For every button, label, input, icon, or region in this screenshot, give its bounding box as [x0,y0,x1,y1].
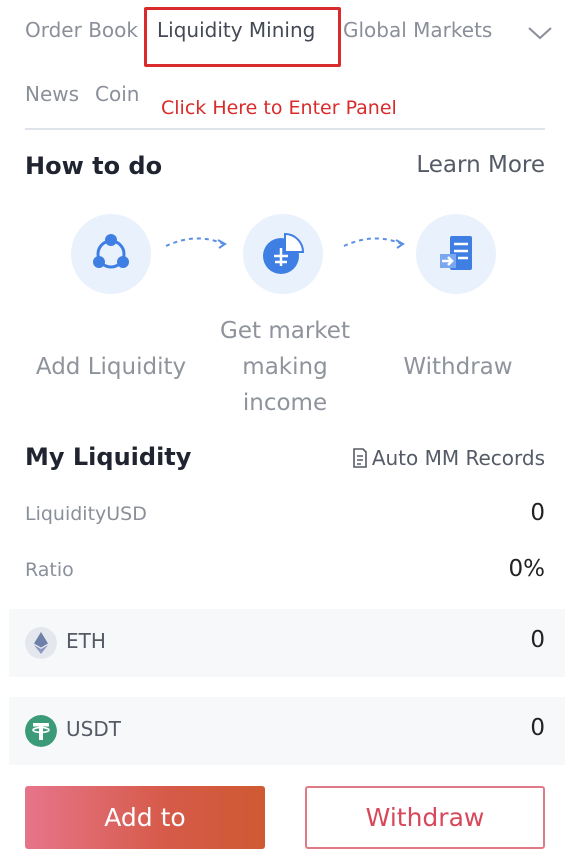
asset-symbol: ETH [66,629,106,653]
auto-mm-records-label: Auto MM Records [371,446,545,470]
asset-value: 0 [530,715,545,741]
asset-row-usdt: USDT 0 [9,697,565,765]
auto-mm-records-link[interactable]: Auto MM Records [352,446,545,470]
withdraw-button[interactable]: Withdraw [305,786,545,849]
add-to-button[interactable]: Add to [25,786,265,849]
asset-row-eth: ETH 0 [9,609,565,677]
usdt-icon [25,715,57,747]
ratio-label: Ratio [25,559,74,581]
withdraw-document-icon [440,236,472,270]
chevron-down-icon[interactable] [527,24,553,42]
tab-order-book[interactable]: Order Book [25,18,138,42]
step-label-add-liquidity: Add Liquidity [35,354,187,380]
dashed-arrow-icon [165,237,227,249]
liquidity-usd-label: LiquidityUSD [25,503,147,525]
tab-news[interactable]: News [25,82,79,106]
annotation-text: Click Here to Enter Panel [161,97,397,119]
asset-value: 0 [530,627,545,653]
asset-symbol: USDT [66,717,121,741]
my-liquidity-title: My Liquidity [25,443,192,471]
tab-coin[interactable]: Coin [95,82,139,106]
tab-liquidity-mining[interactable]: Liquidity Mining [157,18,315,42]
step-label-withdraw: Withdraw [403,354,513,380]
withdraw-step-icon [416,214,496,294]
tab-global-markets[interactable]: Global Markets [343,18,492,42]
add-liquidity-step-icon [71,214,151,294]
income-step-icon [243,214,323,294]
ratio-value: 0% [508,556,546,582]
divider [25,128,545,130]
dashed-arrow-icon [343,237,405,249]
learn-more-link[interactable]: Learn More [416,152,545,178]
how-to-title: How to do [25,152,163,180]
liquidity-usd-value: 0 [530,500,545,526]
step-label-income: Get market making income [220,318,350,416]
liquidity-usd-row: LiquidityUSD 0 [25,500,545,530]
share-nodes-icon [93,234,129,269]
document-icon [353,448,367,468]
pie-chart-icon [263,232,305,274]
eth-icon [25,627,57,659]
top-tabs: Order Book Liquidity Mining Global Marke… [25,14,555,50]
ratio-row: Ratio 0% [25,556,545,586]
